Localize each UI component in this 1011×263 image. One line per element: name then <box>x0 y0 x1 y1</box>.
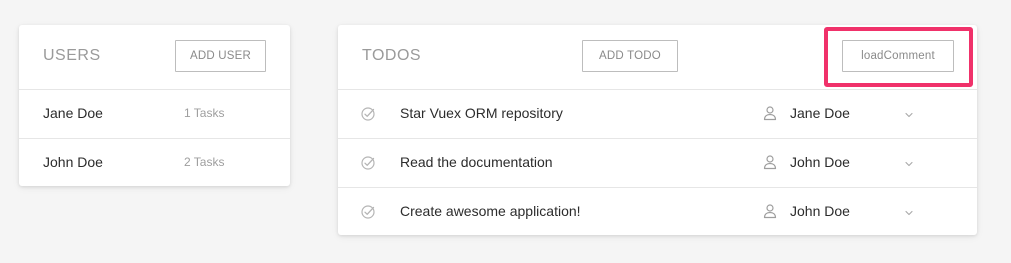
user-row[interactable]: Jane Doe 1 Tasks <box>19 90 290 139</box>
load-comment-button[interactable]: loadComment <box>842 40 954 72</box>
user-icon <box>763 204 777 219</box>
user-icon <box>763 106 777 121</box>
chevron-down-icon[interactable] <box>904 208 914 218</box>
check-circle-icon[interactable] <box>360 204 376 220</box>
todos-panel: TODOS ADD TODO loadComment Star Vuex ORM… <box>338 25 977 235</box>
todo-row[interactable]: Star Vuex ORM repository Jane Doe <box>338 90 977 139</box>
todo-assignee: John Doe <box>790 154 850 170</box>
todos-panel-title: TODOS <box>362 47 422 64</box>
user-name: John Doe <box>43 154 103 170</box>
chevron-down-icon[interactable] <box>904 159 914 169</box>
user-icon <box>763 155 777 170</box>
todo-assignee: John Doe <box>790 203 850 219</box>
todos-panel-header: TODOS ADD TODO loadComment <box>338 25 977 90</box>
todo-assignee: Jane Doe <box>790 105 850 121</box>
todo-row[interactable]: Create awesome application! John Doe <box>338 188 977 236</box>
todo-title[interactable]: Create awesome application! <box>400 203 581 219</box>
users-panel-title: USERS <box>43 47 101 64</box>
user-row[interactable]: John Doe 2 Tasks <box>19 139 290 187</box>
add-user-button[interactable]: ADD USER <box>175 40 266 72</box>
user-name: Jane Doe <box>43 105 103 121</box>
users-panel-header: USERS ADD USER <box>19 25 290 90</box>
users-panel: USERS ADD USER Jane Doe 1 Tasks John Doe… <box>19 25 290 186</box>
add-todo-button[interactable]: ADD TODO <box>582 40 678 72</box>
check-circle-icon[interactable] <box>360 155 376 171</box>
todo-title[interactable]: Read the documentation <box>400 154 553 170</box>
todo-title[interactable]: Star Vuex ORM repository <box>400 105 563 121</box>
user-task-count: 1 Tasks <box>184 106 225 120</box>
check-circle-icon[interactable] <box>360 106 376 122</box>
user-task-count: 2 Tasks <box>184 155 225 169</box>
todo-row[interactable]: Read the documentation John Doe <box>338 139 977 188</box>
chevron-down-icon[interactable] <box>904 110 914 120</box>
